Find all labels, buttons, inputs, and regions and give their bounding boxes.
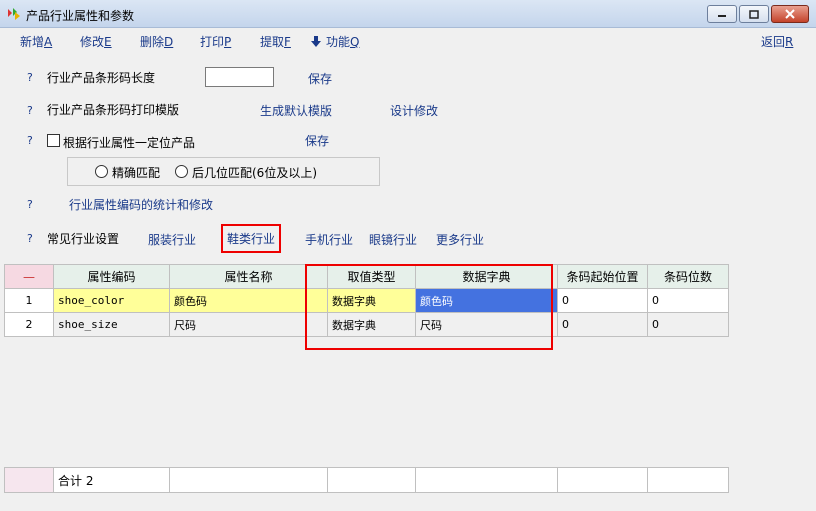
row-number: 2: [4, 312, 54, 337]
industry-more-link[interactable]: 更多行业: [436, 231, 484, 248]
minimize-icon: [718, 15, 726, 17]
arrow-down-icon: [311, 36, 321, 47]
totals-row: 合计 2: [4, 467, 729, 493]
header-attr-code[interactable]: 属性编码: [53, 264, 170, 289]
help-icon[interactable]: ?: [27, 232, 33, 245]
industry-apparel-link[interactable]: 服装行业: [148, 231, 196, 248]
total-count: 合计 2: [53, 467, 170, 493]
maximize-button[interactable]: [739, 5, 769, 23]
save-barcode-length-link[interactable]: 保存: [308, 70, 332, 87]
barcode-digits-cell[interactable]: 0: [647, 288, 729, 313]
attr-name-cell[interactable]: 尺码: [169, 312, 328, 337]
shoes-annotation-box: [221, 224, 281, 253]
menu-extract[interactable]: 提取F: [260, 33, 291, 50]
minimize-button[interactable]: [707, 5, 737, 23]
generate-default-template-link[interactable]: 生成默认模版: [260, 102, 332, 119]
menu-delete[interactable]: 删除D: [140, 33, 173, 50]
app-icon: [8, 8, 20, 20]
menu-edit[interactable]: 修改E: [80, 33, 112, 50]
match-mode-group: 精确匹配 后几位匹配(6位及以上): [67, 157, 380, 186]
menu-function[interactable]: 功能Q: [311, 33, 359, 50]
header-attr-name[interactable]: 属性名称: [169, 264, 328, 289]
attr-code-cell[interactable]: shoe_color: [53, 288, 170, 313]
help-icon[interactable]: ?: [27, 198, 33, 211]
help-icon[interactable]: ?: [27, 104, 33, 117]
close-icon: [785, 9, 795, 19]
exact-match-radio[interactable]: [95, 165, 108, 178]
totals-empty-cell: [647, 467, 729, 493]
attr-name-cell[interactable]: 颜色码: [169, 288, 328, 313]
window-title: 产品行业属性和参数: [26, 9, 135, 23]
dict-annotation-box: [305, 264, 553, 350]
row-number: 1: [4, 288, 54, 313]
row-number-header[interactable]: —: [4, 264, 54, 289]
help-icon[interactable]: ?: [27, 71, 33, 84]
design-edit-link[interactable]: 设计修改: [390, 102, 438, 119]
save-locate-link[interactable]: 保存: [305, 132, 329, 149]
totals-empty-cell: [327, 467, 416, 493]
industry-phone-link[interactable]: 手机行业: [305, 231, 353, 248]
common-industry-label: 常见行业设置: [47, 232, 120, 246]
barcode-start-cell[interactable]: 0: [557, 288, 648, 313]
header-barcode-digits[interactable]: 条码位数: [647, 264, 729, 289]
help-icon[interactable]: ?: [27, 134, 33, 147]
title-bar: 产品行业属性和参数: [0, 0, 816, 28]
totals-empty-cell: [169, 467, 328, 493]
maximize-icon: [749, 9, 759, 19]
barcode-start-cell[interactable]: 0: [557, 312, 648, 337]
header-barcode-start[interactable]: 条码起始位置: [557, 264, 648, 289]
locate-by-attr-checkbox[interactable]: [47, 134, 60, 147]
menu-new[interactable]: 新增A: [20, 33, 52, 50]
print-template-label: 行业产品条形码打印模版: [47, 103, 180, 117]
exact-match-label: 精确匹配: [112, 166, 161, 180]
industry-glasses-link[interactable]: 眼镜行业: [369, 231, 417, 248]
suffix-match-label: 后几位匹配(6位及以上): [192, 166, 317, 180]
barcode-length-input[interactable]: [205, 67, 274, 87]
attr-stats-link[interactable]: 行业属性编码的统计和修改: [69, 196, 213, 213]
menu-back[interactable]: 返回R: [761, 33, 793, 50]
close-button[interactable]: [771, 5, 809, 23]
totals-empty-cell: [415, 467, 558, 493]
barcode-digits-cell[interactable]: 0: [647, 312, 729, 337]
barcode-length-label: 行业产品条形码长度: [47, 71, 156, 85]
locate-by-attr-label: 根据行业属性一定位产品: [63, 136, 196, 150]
totals-corner: [4, 467, 54, 493]
attr-code-cell[interactable]: shoe_size: [53, 312, 170, 337]
menu-print[interactable]: 打印P: [200, 33, 231, 50]
totals-empty-cell: [557, 467, 648, 493]
suffix-match-radio[interactable]: [175, 165, 188, 178]
